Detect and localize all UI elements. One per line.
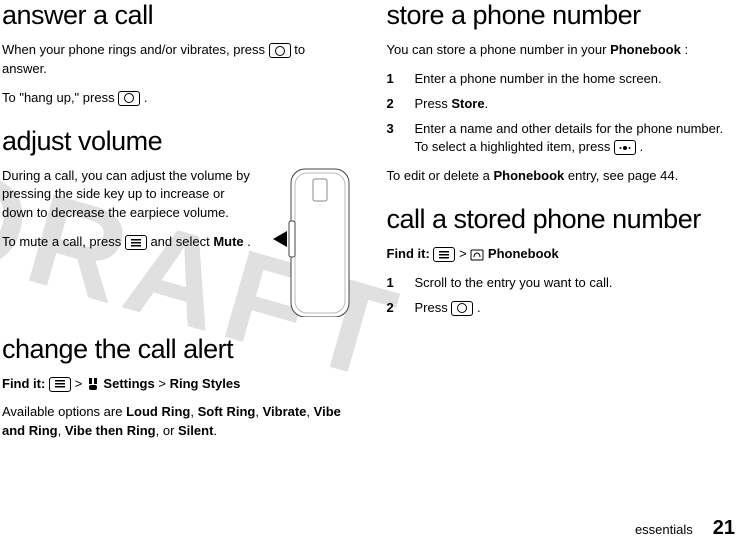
step-text: Enter a phone number in the home screen. (415, 70, 662, 89)
menu-key-icon (49, 377, 71, 392)
page-body: answer a call When your phone rings and/… (0, 0, 755, 500)
heading-answer-call: answer a call (2, 0, 351, 31)
text: . (477, 300, 481, 315)
call-stored-steps: 1 Scroll to the entry you want to call. … (387, 274, 736, 318)
change-alert-options: Available options are Loud Ring, Soft Ri… (2, 403, 351, 441)
step-number: 3 (387, 120, 415, 158)
comma: , (58, 423, 65, 438)
power-key-icon (118, 91, 140, 106)
step-text: Press Store. (415, 95, 489, 114)
text: To mute a call, press (2, 234, 125, 249)
gt: > (158, 376, 169, 391)
heading-store-number: store a phone number (387, 0, 736, 31)
call-stored-findit: Find it: > Phonebook (387, 245, 736, 264)
power-key-icon (269, 43, 291, 58)
phonebook-label: Phonebook (493, 168, 564, 183)
opt-vibethen: Vibe then Ring (65, 423, 156, 438)
page-footer: essentials 21 (635, 517, 735, 540)
center-key-icon (614, 140, 636, 155)
text: . (640, 139, 644, 154)
text: Enter a name and other details for the p… (415, 121, 724, 155)
store-edit-delete: To edit or delete a Phonebook entry, see… (387, 167, 736, 186)
adjust-volume-text: During a call, you can adjust the volume… (2, 167, 259, 322)
text: . (144, 90, 148, 105)
settings-icon (86, 377, 100, 391)
heading-change-alert: change the call alert (2, 334, 351, 365)
opt-vibrate: Vibrate (263, 404, 307, 419)
phone-side-illustration (273, 167, 351, 322)
store-step-3: 3 Enter a name and other details for the… (387, 120, 736, 158)
answer-para-2: To "hang up," press . (2, 89, 351, 108)
adjust-para-2: To mute a call, press and select Mute . (2, 233, 259, 252)
step-text: Enter a name and other details for the p… (415, 120, 736, 158)
text: Available options are (2, 404, 126, 419)
text: and select (150, 234, 213, 249)
heading-call-stored: call a stored phone number (387, 204, 736, 235)
path-phonebook: Phonebook (488, 246, 559, 261)
or: , or (156, 423, 178, 438)
store-step-2: 2 Press Store. (387, 95, 736, 114)
comma: , (306, 404, 313, 419)
text: Press (415, 96, 452, 111)
menu-key-icon (125, 235, 147, 250)
change-alert-findit: Find it: > Settings > Ring Styles (2, 375, 351, 394)
mute-label: Mute (213, 234, 243, 249)
power-key-icon (451, 301, 473, 316)
heading-adjust-volume: adjust volume (2, 126, 351, 157)
step-text: Scroll to the entry you want to call. (415, 274, 613, 293)
step-number: 1 (387, 274, 415, 293)
text: Press (415, 300, 452, 315)
store-step-1: 1 Enter a phone number in the home scree… (387, 70, 736, 89)
text: : (684, 42, 688, 57)
call-step-2: 2 Press . (387, 299, 736, 318)
phonebook-icon (470, 249, 484, 261)
store-steps: 1 Enter a phone number in the home scree… (387, 70, 736, 157)
path-ring-styles: Ring Styles (170, 376, 241, 391)
text: . (485, 96, 489, 111)
step-number: 1 (387, 70, 415, 89)
text: You can store a phone number in your (387, 42, 611, 57)
gt: > (75, 376, 86, 391)
text: To "hang up," press (2, 90, 118, 105)
menu-key-icon (433, 247, 455, 262)
text: When your phone rings and/or vibrates, p… (2, 42, 269, 57)
step-number: 2 (387, 95, 415, 114)
call-step-1: 1 Scroll to the entry you want to call. (387, 274, 736, 293)
adjust-para-1: During a call, you can adjust the volume… (2, 167, 259, 224)
text: To edit or delete a (387, 168, 494, 183)
opt-silent: Silent (178, 423, 213, 438)
findit-label: Find it: (387, 246, 430, 261)
footer-section: essentials (635, 522, 693, 537)
comma: , (190, 404, 197, 419)
opt-soft: Soft Ring (198, 404, 256, 419)
text: entry, see page 44. (568, 168, 678, 183)
answer-para-1: When your phone rings and/or vibrates, p… (2, 41, 351, 79)
left-column: answer a call When your phone rings and/… (2, 0, 369, 500)
path-settings: Settings (103, 376, 154, 391)
right-column: store a phone number You can store a pho… (369, 0, 736, 500)
adjust-volume-row: During a call, you can adjust the volume… (2, 167, 351, 322)
opt-loud: Loud Ring (126, 404, 190, 419)
phonebook-label: Phonebook (610, 42, 681, 57)
text: . (247, 234, 251, 249)
store-intro: You can store a phone number in your Pho… (387, 41, 736, 60)
footer-page-number: 21 (713, 517, 735, 540)
store-label: Store (451, 96, 484, 111)
comma: , (255, 404, 262, 419)
step-text: Press . (415, 299, 481, 318)
period: . (213, 423, 217, 438)
findit-label: Find it: (2, 376, 45, 391)
step-number: 2 (387, 299, 415, 318)
gt: > (459, 246, 470, 261)
